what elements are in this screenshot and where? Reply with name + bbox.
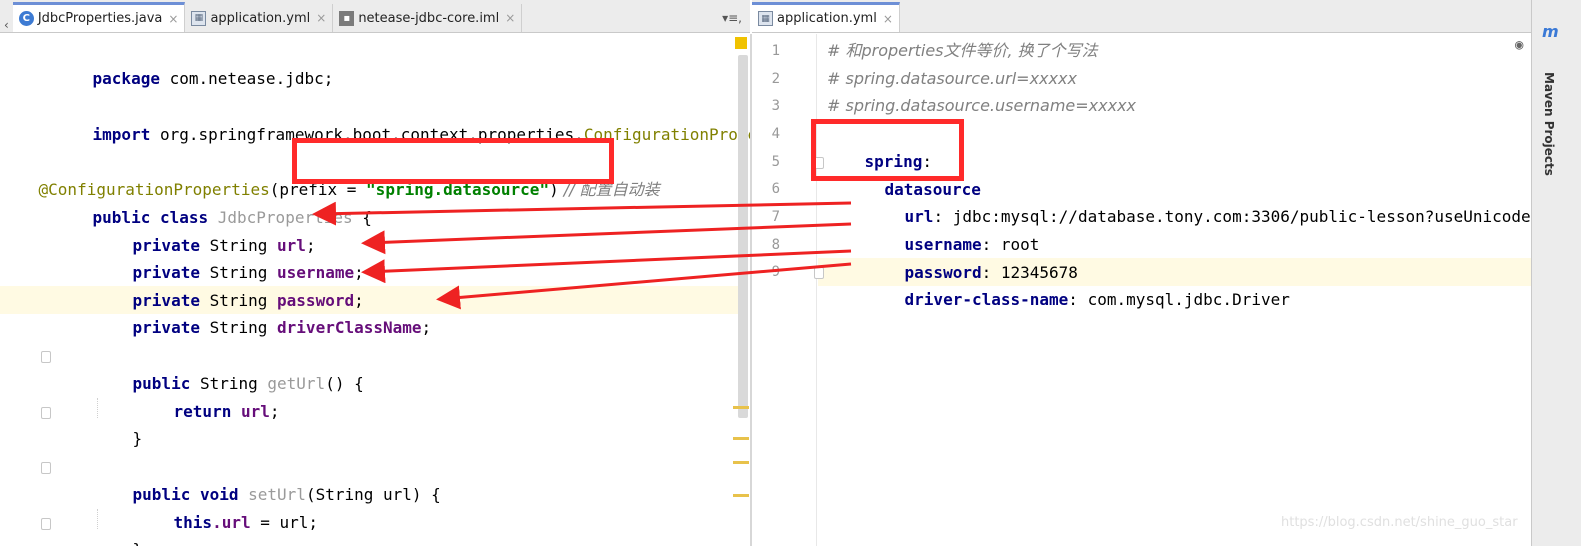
fold-marker-icon[interactable]	[41, 407, 51, 419]
line-number: 6	[771, 181, 780, 197]
yaml-file-icon: ▦	[758, 11, 773, 26]
tab-jdbc-properties[interactable]: C JdbcProperties.java ×	[12, 2, 186, 32]
annotation-box-prefix	[292, 138, 614, 184]
tool-window-stripe: m Maven Projects	[1531, 0, 1581, 546]
error-stripe-marker[interactable]	[733, 461, 749, 464]
tab-label: JdbcProperties.java	[37, 11, 163, 26]
line-number: 8	[771, 237, 780, 253]
yaml-comment: # spring.datasource.url=xxxxx	[827, 69, 1077, 88]
tab-application-yml-right[interactable]: ▦ application.yml ×	[752, 2, 900, 32]
field-driver-class-name: private String driverClassName;	[132, 318, 432, 337]
java-editor[interactable]: package com.netease.jdbc; import org.spr…	[0, 34, 750, 546]
left-tab-bar: ‹ C JdbcProperties.java × ▦ application.…	[0, 0, 750, 33]
close-icon[interactable]: ×	[168, 12, 178, 26]
yaml-entry-driver-class-name: driver-class-name: com.mysql.jdbc.Driver	[904, 290, 1290, 309]
tab-list-menu-button[interactable]: ▾≡,	[714, 4, 750, 32]
yaml-comment: # spring.datasource.username=xxxxx	[827, 96, 1137, 115]
line-number: 7	[771, 209, 780, 225]
line-number: 2	[771, 71, 780, 87]
yaml-entry-username: username: root	[904, 235, 1040, 254]
watermark: https://blog.csdn.net/shine_guo_star	[1281, 515, 1518, 530]
tab-label: application.yml	[777, 11, 877, 26]
line-number: 3	[771, 98, 780, 114]
line-number: 5	[771, 154, 780, 170]
code-line: public void setUrl(String url) {	[132, 485, 441, 504]
close-icon[interactable]: ×	[316, 11, 326, 25]
tab-application-yml[interactable]: ▦ application.yml ×	[185, 4, 334, 32]
tab-label: application.yml	[210, 10, 311, 26]
fold-marker-icon[interactable]	[814, 267, 824, 279]
line-number: 1	[771, 43, 780, 59]
warning-marker-icon[interactable]	[735, 37, 747, 49]
field-password: private String password;	[132, 291, 364, 310]
close-icon[interactable]: ×	[505, 11, 515, 25]
class-icon: C	[18, 11, 34, 26]
vertical-scrollbar[interactable]	[738, 55, 748, 418]
maven-projects-tab[interactable]: Maven Projects	[1542, 72, 1556, 176]
code-line: }	[94, 508, 143, 546]
error-stripe-marker[interactable]	[733, 406, 749, 409]
error-stripe-marker[interactable]	[733, 437, 749, 440]
module-file-icon: ▪	[339, 10, 355, 26]
annotation-box-spring-datasource	[811, 119, 964, 181]
code-line: }	[132, 429, 143, 448]
yaml-file-icon: ▦	[191, 10, 207, 26]
yaml-entry-password: password: 12345678	[904, 263, 1078, 282]
tab-label: netease-jdbc-core.iml	[358, 10, 500, 26]
fold-marker-icon[interactable]	[41, 518, 51, 530]
yaml-editor[interactable]: 1 2 3 4 5 6 7 8 9 # 和properties文件等价, 换了个…	[752, 34, 1531, 546]
code-line: import org.springframework.boot.context.…	[92, 125, 750, 144]
line-number: 9	[771, 264, 780, 280]
tab-scroll-left-icon[interactable]: ‹	[0, 18, 13, 32]
yaml-entry-url: url: jdbc:mysql://database.tony.com:3306…	[904, 207, 1531, 226]
maven-icon[interactable]: m	[1542, 22, 1559, 41]
error-stripe-marker[interactable]	[733, 494, 749, 497]
line-number: 4	[771, 126, 780, 142]
eye-icon[interactable]: ◉	[1515, 37, 1523, 53]
code-line: return url;	[173, 402, 280, 421]
fold-marker-icon[interactable]	[41, 351, 51, 363]
right-tab-bar: ▦ application.yml ×	[752, 0, 1531, 33]
gutter-separator	[816, 34, 817, 546]
close-icon[interactable]: ×	[883, 12, 893, 26]
fold-marker-icon[interactable]	[41, 462, 51, 474]
code-line: public String getUrl() {	[132, 374, 364, 393]
field-username: private String username;	[132, 263, 364, 282]
code-line: package com.netease.jdbc;	[92, 69, 334, 88]
yaml-comment: # 和properties文件等价, 换了个写法	[827, 41, 1098, 60]
tab-netease-jdbc-core-iml[interactable]: ▪ netease-jdbc-core.iml ×	[333, 4, 523, 32]
code-line: this.url = url;	[173, 513, 319, 532]
field-url: private String url;	[132, 236, 316, 255]
